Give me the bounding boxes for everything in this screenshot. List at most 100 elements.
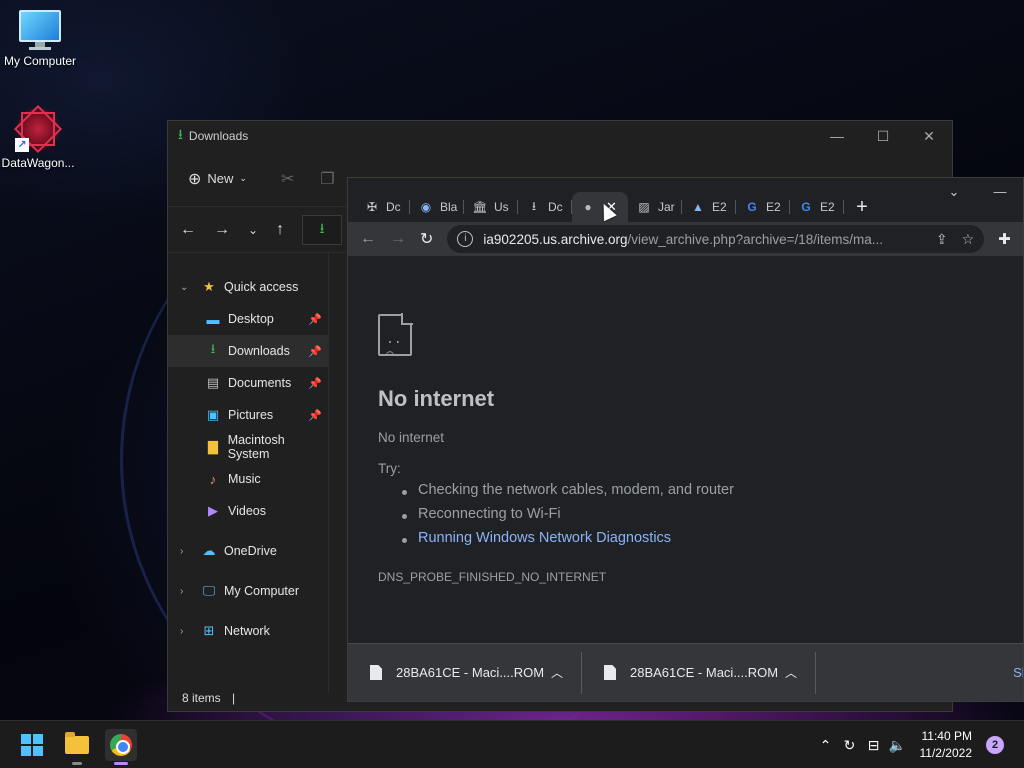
status-bar: 8 items |: [182, 691, 235, 705]
clock[interactable]: 11:40 PM 11/2/2022: [920, 728, 973, 762]
tab-2[interactable]: ◉ Bla: [410, 192, 464, 222]
sidebar-item-label: Pictures: [228, 408, 274, 422]
chrome-icon: [110, 734, 132, 756]
chevron-up-icon[interactable]: ︿: [785, 664, 797, 681]
pin-icon: 📌: [308, 377, 322, 390]
error-title: No internet: [378, 386, 495, 411]
google-icon: G: [801, 200, 811, 214]
chrome-window: ✠ Dc ◉ Bla 🏛 Us ⭳ Dc ● ✕ ▨ Jar ▲ E2 G E2…: [347, 177, 1024, 702]
taskbar-file-explorer[interactable]: [61, 729, 93, 765]
sidebar-item-macintosh-system[interactable]: ▇ Macintosh System: [168, 431, 328, 463]
up-arrow-icon[interactable]: ↑: [276, 221, 284, 239]
sidebar-item-onedrive[interactable]: › ☁ OneDrive: [168, 535, 328, 567]
copy-icon[interactable]: ❐: [320, 169, 334, 189]
shortcut-arrow-icon: ↗: [15, 138, 29, 152]
download-filename: 28BA61CE - Maci....ROM: [396, 665, 545, 680]
tab-7[interactable]: ▲ E2: [682, 192, 736, 222]
datawagon-icon: ↗: [13, 104, 63, 154]
cut-icon[interactable]: ✂: [281, 169, 294, 189]
network-icon[interactable]: ⊟: [862, 737, 886, 754]
desktop-icon-label: DataWagon...: [1, 156, 75, 170]
pane-divider: [328, 253, 329, 693]
tab-3[interactable]: 🏛 Us: [464, 192, 518, 222]
share-icon[interactable]: ⇪: [936, 231, 948, 248]
chevron-up-icon[interactable]: ︿: [551, 664, 563, 681]
bookmark-star-icon[interactable]: ☆: [962, 231, 975, 248]
tab-1[interactable]: ✠ Dc: [356, 192, 410, 222]
network-diagnostics-link[interactable]: Running Windows Network Diagnostics: [402, 530, 993, 554]
sync-icon[interactable]: ↻: [838, 737, 862, 754]
reload-icon[interactable]: ↻: [420, 229, 433, 249]
plus-icon: ⊕: [188, 170, 202, 188]
sidebar-item-downloads[interactable]: ⭳ Downloads 📌: [168, 335, 328, 367]
tab-strip: ✠ Dc ◉ Bla 🏛 Us ⭳ Dc ● ✕ ▨ Jar ▲ E2 G E2…: [348, 178, 1023, 222]
sidebar-item-documents[interactable]: ▤ Documents 📌: [168, 367, 328, 399]
notification-badge[interactable]: 2: [986, 736, 1004, 754]
tab-search-chevron-icon[interactable]: ⌄: [931, 184, 977, 200]
folder-icon: [65, 732, 89, 754]
tab-8[interactable]: G E2: [736, 192, 790, 222]
file-icon: [604, 665, 616, 680]
chevron-right-icon[interactable]: ›: [180, 586, 194, 597]
chevron-down-icon[interactable]: ⌄: [180, 282, 194, 293]
address-bar[interactable]: i ia902205.us.archive.org/view_archive.p…: [447, 225, 985, 253]
desktop-icon-my-computer[interactable]: My Computer: [0, 10, 80, 68]
maximize-button[interactable]: ☐: [860, 128, 906, 145]
download-item[interactable]: 28BA61CE - Maci....ROM ︿: [582, 651, 816, 694]
back-arrow-icon[interactable]: ←: [360, 230, 376, 248]
sidebar-item-label: Desktop: [228, 312, 274, 326]
download-shelf: 28BA61CE - Maci....ROM ︿ 28BA61CE - Maci…: [348, 643, 1023, 701]
back-arrow-icon[interactable]: ←: [180, 221, 196, 239]
start-button[interactable]: [16, 729, 48, 761]
pin-icon: 📌: [308, 345, 322, 358]
tab-9[interactable]: G E2: [790, 192, 844, 222]
chevron-right-icon[interactable]: ›: [180, 626, 194, 637]
show-all-button[interactable]: Sh: [1013, 665, 1023, 680]
triangle-icon: ▲: [692, 200, 704, 214]
sidebar-item-network[interactable]: › ⊞ Network: [168, 615, 328, 647]
explorer-title: Downloads: [188, 129, 249, 143]
extensions-puzzle-icon[interactable]: ✚: [998, 230, 1011, 248]
tab-label: Dc: [548, 200, 563, 214]
monitor-icon: [19, 10, 61, 50]
recent-chevron-icon[interactable]: ⌄: [248, 223, 258, 237]
sidebar-item-label: Quick access: [224, 280, 299, 294]
forward-arrow-icon[interactable]: →: [390, 230, 406, 248]
sidebar-item-label: Music: [228, 472, 261, 486]
forward-arrow-icon[interactable]: →: [214, 221, 230, 239]
sidebar-item-music[interactable]: ♪ Music: [168, 463, 328, 495]
active-indicator: [114, 762, 128, 765]
taskbar-chrome[interactable]: [105, 729, 137, 765]
address-bar[interactable]: ⭳: [302, 214, 343, 245]
image-icon: ▨: [638, 200, 650, 214]
error-page: .. ⌒ No internet No internet Try: Checkin…: [348, 256, 1023, 584]
tab-4[interactable]: ⭳ Dc: [518, 192, 572, 222]
sidebar-item-label: My Computer: [224, 584, 300, 598]
new-tab-button[interactable]: +: [844, 192, 880, 222]
sidebar-item-desktop[interactable]: ▬ Desktop 📌: [168, 303, 328, 335]
sidebar-item-quick-access[interactable]: ⌄ ★ Quick access: [168, 271, 328, 303]
sidebar-item-label: Videos: [228, 504, 266, 518]
sidebar-item-pictures[interactable]: ▣ Pictures 📌: [168, 399, 328, 431]
minimize-button[interactable]: —: [977, 184, 1023, 200]
minimize-button[interactable]: —: [814, 128, 860, 145]
sidebar-item-my-computer[interactable]: › 🖵 My Computer: [168, 575, 328, 607]
chevron-up-icon[interactable]: ⌃: [814, 737, 838, 754]
tab-label: Jar: [658, 200, 675, 214]
volume-icon[interactable]: 🔈: [886, 737, 910, 754]
item-count: 8 items: [182, 691, 221, 705]
download-item[interactable]: 28BA61CE - Maci....ROM ︿: [348, 651, 582, 694]
info-icon[interactable]: i: [457, 231, 474, 247]
explorer-titlebar[interactable]: ⭳ Downloads — ☐ ✕: [168, 121, 952, 151]
desktop-icon-datawagon[interactable]: ↗ DataWagon...: [0, 104, 78, 170]
tab-6[interactable]: ▨ Jar: [628, 192, 682, 222]
close-button[interactable]: ✕: [906, 128, 952, 145]
desktop-icon-label: My Computer: [3, 54, 77, 68]
new-button[interactable]: ⊕ New ⌄: [180, 163, 255, 195]
tab-label: Dc: [386, 200, 401, 214]
chevron-right-icon[interactable]: ›: [180, 546, 194, 557]
download-icon: ⭳: [178, 126, 183, 142]
sidebar-item-videos[interactable]: ▶ Videos: [168, 495, 328, 527]
star-icon: ★: [203, 279, 215, 294]
suggestion-list: Checking the network cables, modem, and …: [378, 482, 993, 554]
